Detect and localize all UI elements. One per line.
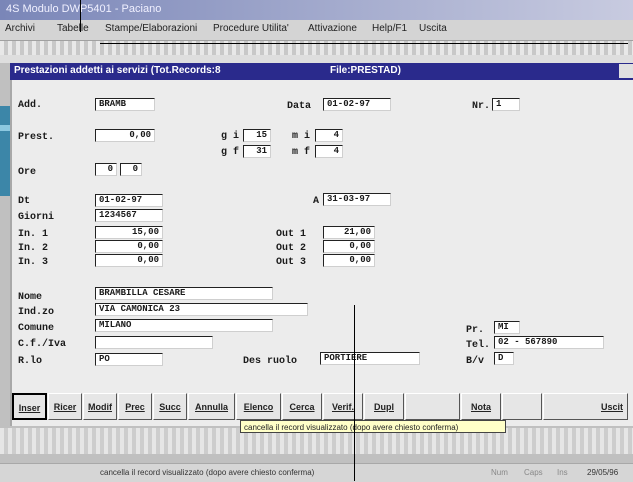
- label-desruolo: Des ruolo: [243, 356, 298, 367]
- field-desruolo[interactable]: PORTIERE: [320, 352, 420, 365]
- field-giorni[interactable]: 1234567: [95, 209, 163, 222]
- label-g-i: g i: [221, 131, 240, 142]
- menu-attivazione[interactable]: Attivazione: [308, 23, 357, 34]
- label-g-f: g f: [221, 147, 240, 158]
- field-nr[interactable]: 1: [492, 98, 520, 111]
- field-out-2[interactable]: 0,00: [323, 240, 375, 253]
- menu-bar: Archivi Tabelle Stampe/Elaborazioni Proc…: [0, 20, 633, 41]
- label-bv: B/v: [466, 356, 485, 367]
- field-bv[interactable]: D: [494, 352, 514, 365]
- button-ricer[interactable]: Ricer: [48, 393, 82, 420]
- label-out-3: Out 3: [276, 257, 307, 268]
- label-dt: Dt: [18, 196, 31, 207]
- status-caps: Caps: [524, 468, 543, 477]
- label-out-1: Out 1: [276, 229, 307, 240]
- button-inser[interactable]: Inser: [12, 393, 47, 420]
- button-uscita[interactable]: Uscit: [543, 393, 628, 420]
- button-annulla[interactable]: Annulla: [188, 393, 235, 420]
- field-in-2[interactable]: 0,00: [95, 240, 163, 253]
- field-rlo[interactable]: PO: [95, 353, 163, 366]
- button-succ[interactable]: Succ: [153, 393, 187, 420]
- toolbar-lower: [0, 55, 633, 63]
- label-ind: Ind.zo: [18, 307, 55, 318]
- label-rlo: R.lo: [18, 356, 43, 367]
- field-g-f[interactable]: 31: [243, 145, 271, 158]
- label-data: Data: [287, 101, 312, 112]
- label-prest: Prest.: [18, 132, 55, 143]
- menu-procedure[interactable]: Procedure Utilita': [213, 23, 289, 34]
- label-m-i: m i: [292, 131, 311, 142]
- label-add: Add.: [18, 100, 43, 111]
- form-file-label: File:PRESTAD): [330, 65, 401, 76]
- form-title: Prestazioni addetti ai servizi (Tot.Reco…: [14, 65, 221, 76]
- field-ind[interactable]: VIA CAMONICA 23: [95, 303, 308, 316]
- pointer-line-menu: [80, 0, 81, 32]
- pointer-line-toolbar: [100, 43, 628, 44]
- title-bar: 4S Modulo DWP5401 - Paciano: [0, 0, 633, 20]
- menu-help[interactable]: Help/F1: [372, 23, 407, 34]
- field-nome[interactable]: BRAMBILLA CESARE: [95, 287, 273, 300]
- button-elenco[interactable]: Elenco: [236, 393, 281, 420]
- label-out-2: Out 2: [276, 243, 307, 254]
- menu-uscita[interactable]: Uscita: [419, 23, 447, 34]
- menu-stampe[interactable]: Stampe/Elaborazioni: [105, 23, 197, 34]
- status-num: Num: [491, 468, 508, 477]
- label-cf: C.f./Iva: [18, 339, 67, 350]
- label-pr: Pr.: [466, 325, 485, 336]
- field-in-3[interactable]: 0,00: [95, 254, 163, 267]
- status-message: cancella il record visualizzato (dopo av…: [100, 468, 315, 477]
- field-out-1[interactable]: 21,00: [323, 226, 375, 239]
- label-m-f: m f: [292, 147, 311, 158]
- field-ore[interactable]: 0: [95, 163, 117, 176]
- button-prec[interactable]: Prec: [118, 393, 152, 420]
- label-comune: Comune: [18, 323, 55, 334]
- tooltip: cancella il record visualizzato (dopo av…: [240, 420, 506, 433]
- status-date: 29/05/96: [587, 468, 619, 477]
- field-ore-minutes[interactable]: 0: [120, 163, 142, 176]
- maximize-icon[interactable]: [619, 64, 633, 78]
- field-tel[interactable]: 02 - 567890: [494, 336, 604, 349]
- button-modif[interactable]: Modif: [83, 393, 117, 420]
- label-a: A: [313, 196, 320, 207]
- field-in-1[interactable]: 15,00: [95, 226, 163, 239]
- menu-archivi[interactable]: Archivi: [5, 23, 35, 34]
- form-title-bar: Prestazioni addetti ai servizi (Tot.Reco…: [10, 63, 633, 80]
- button-verif[interactable]: Verif.: [323, 393, 363, 420]
- field-prest[interactable]: 0,00: [95, 129, 155, 142]
- button-cerca[interactable]: Cerca: [282, 393, 322, 420]
- field-g-i[interactable]: 15: [243, 129, 271, 142]
- label-in-3: In. 3: [18, 257, 49, 268]
- status-ins: Ins: [557, 468, 568, 477]
- label-nome: Nome: [18, 292, 43, 303]
- button-nota[interactable]: Nota: [461, 393, 501, 420]
- label-in-1: In. 1: [18, 229, 49, 240]
- menu-tabelle[interactable]: Tabelle: [57, 23, 89, 34]
- field-m-f[interactable]: 4: [315, 145, 343, 158]
- label-tel: Tel.: [466, 340, 491, 351]
- field-add[interactable]: BRAMB: [95, 98, 155, 111]
- label-giorni: Giorni: [18, 212, 55, 223]
- label-in-2: In. 2: [18, 243, 49, 254]
- window-title: 4S Modulo DWP5401 - Paciano: [6, 3, 162, 15]
- button-blank-2[interactable]: [502, 393, 542, 420]
- field-comune[interactable]: MILANO: [95, 319, 273, 332]
- label-nr: Nr.: [472, 101, 491, 112]
- button-blank-1[interactable]: [405, 393, 460, 420]
- field-a[interactable]: 31-03-97: [323, 193, 391, 206]
- field-pr[interactable]: MI: [494, 321, 520, 334]
- field-out-3[interactable]: 0,00: [323, 254, 375, 267]
- status-bar: cancella il record visualizzato (dopo av…: [0, 463, 633, 482]
- label-ore: Ore: [18, 167, 37, 178]
- field-data[interactable]: 01-02-97: [323, 98, 391, 111]
- button-dupl[interactable]: Dupl: [364, 393, 404, 420]
- field-m-i[interactable]: 4: [315, 129, 343, 142]
- pointer-line-status: [354, 305, 355, 481]
- field-cf[interactable]: [95, 336, 213, 349]
- field-dt[interactable]: 01-02-97: [95, 194, 163, 207]
